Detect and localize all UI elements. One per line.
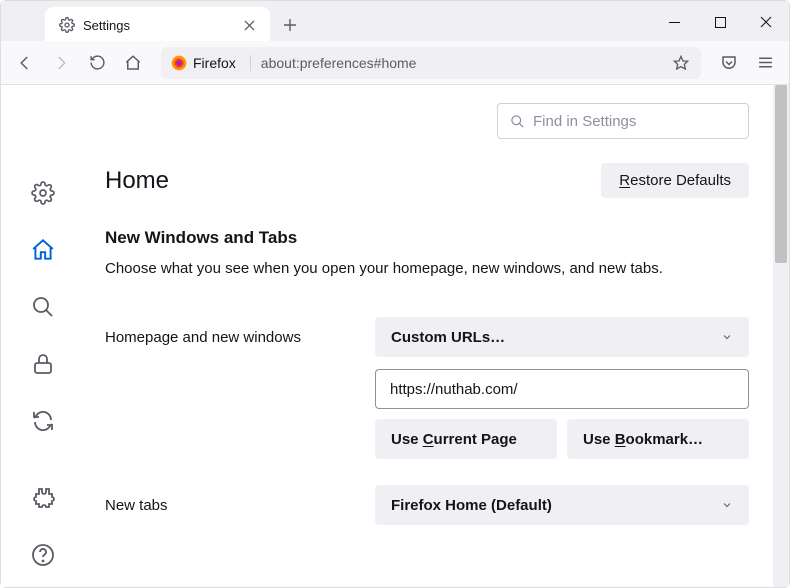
titlebar: Settings (1, 1, 789, 41)
bookmark-star-icon[interactable] (671, 53, 691, 73)
sidebar-extensions[interactable] (22, 479, 64, 516)
forward-button[interactable] (45, 47, 77, 79)
home-button[interactable] (117, 47, 149, 79)
main-panel: Find in Settings Home Restore Defaults N… (85, 85, 789, 587)
toolbar: Firefox about:preferences#home (1, 41, 789, 85)
url-bar[interactable]: Firefox about:preferences#home (161, 47, 701, 79)
window-controls (651, 3, 789, 41)
sidebar-sync[interactable] (22, 402, 64, 439)
url-text: about:preferences#home (261, 55, 417, 71)
sidebar-help[interactable] (22, 536, 64, 573)
browser-tab[interactable]: Settings (45, 7, 270, 41)
find-in-settings[interactable]: Find in Settings (497, 103, 749, 139)
reload-button[interactable] (81, 47, 113, 79)
gear-icon (59, 17, 75, 33)
sidebar-general[interactable] (22, 175, 64, 212)
menu-button[interactable] (749, 47, 781, 79)
settings-sidebar (1, 85, 85, 587)
sidebar-home[interactable] (22, 232, 64, 269)
firefox-icon (171, 55, 187, 71)
scroll-thumb[interactable] (775, 85, 787, 263)
close-tab-icon[interactable] (240, 16, 258, 34)
search-icon (510, 114, 525, 129)
content: Find in Settings Home Restore Defaults N… (1, 85, 789, 587)
homepage-label: Homepage and new windows (105, 329, 375, 346)
newtabs-label: New tabs (105, 497, 375, 514)
newtabs-select-value: Firefox Home (Default) (391, 497, 552, 514)
chevron-down-icon (721, 499, 733, 511)
sidebar-search[interactable] (22, 289, 64, 326)
identity-box[interactable]: Firefox (171, 55, 251, 71)
scrollbar[interactable] (773, 85, 789, 587)
close-window-button[interactable] (743, 6, 789, 38)
section-desc: Choose what you see when you open your h… (105, 258, 749, 279)
use-bookmark-button[interactable]: Use Bookmark… (567, 419, 749, 459)
section-title: New Windows and Tabs (105, 228, 749, 248)
restore-defaults-button[interactable]: Restore Defaults (601, 163, 749, 198)
minimize-button[interactable] (651, 6, 697, 38)
maximize-button[interactable] (697, 6, 743, 38)
tab-label: Settings (83, 18, 130, 33)
new-tab-button[interactable] (274, 9, 306, 41)
newtabs-select[interactable]: Firefox Home (Default) (375, 485, 749, 525)
pocket-button[interactable] (713, 47, 745, 79)
use-current-page-button[interactable]: Use Current Page (375, 419, 557, 459)
chevron-down-icon (721, 331, 733, 343)
page-title: Home (105, 167, 169, 195)
homepage-url-input[interactable] (375, 369, 749, 409)
homepage-select-value: Custom URLs… (391, 329, 505, 346)
homepage-select[interactable]: Custom URLs… (375, 317, 749, 357)
identity-label: Firefox (193, 55, 236, 71)
search-placeholder: Find in Settings (533, 113, 636, 130)
sidebar-privacy[interactable] (22, 346, 64, 383)
back-button[interactable] (9, 47, 41, 79)
